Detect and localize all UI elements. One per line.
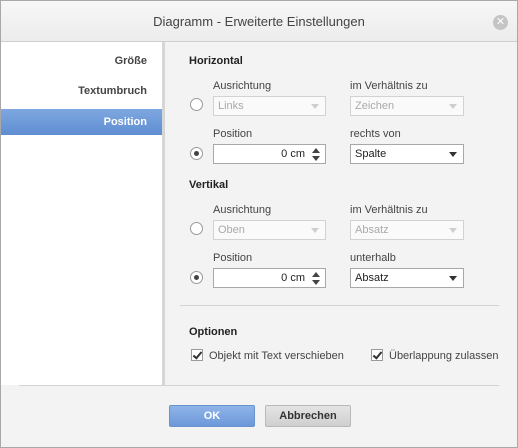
dialog-title: Diagramm - Erweiterte Einstellungen bbox=[153, 14, 365, 29]
horizontal-right-of-value: Spalte bbox=[355, 148, 387, 160]
advanced-settings-dialog: Diagramm - Erweiterte Einstellungen ✕ Gr… bbox=[0, 0, 518, 448]
sidebar-item-text-wrap[interactable]: Textumbruch bbox=[1, 78, 162, 104]
horizontal-position-stepper[interactable]: 0 cm bbox=[213, 144, 326, 164]
dialog-titlebar[interactable]: Diagramm - Erweiterte Einstellungen ✕ bbox=[1, 1, 517, 42]
vertical-relative-label: im Verhältnis zu bbox=[350, 204, 428, 216]
horizontal-position-radio[interactable] bbox=[190, 147, 203, 160]
spin-up-icon[interactable] bbox=[312, 272, 320, 277]
options-section-title: Optionen bbox=[189, 326, 238, 338]
vertical-position-stepper[interactable]: 0 cm bbox=[213, 268, 326, 288]
horizontal-position-value: 0 cm bbox=[281, 148, 305, 160]
allow-overlap-label: Überlappung zulassen bbox=[389, 350, 499, 362]
horizontal-position-label: Position bbox=[213, 128, 253, 140]
vertical-alignment-select[interactable]: Oben bbox=[213, 220, 326, 240]
vertical-position-value: 0 cm bbox=[281, 272, 305, 284]
cancel-button[interactable]: Abbrechen bbox=[265, 405, 351, 427]
horizontal-relative-value: Zeichen bbox=[355, 100, 395, 112]
section-divider bbox=[180, 305, 499, 306]
vertical-below-value: Absatz bbox=[355, 272, 389, 284]
sidebar-item-size[interactable]: Größe bbox=[1, 48, 162, 74]
chevron-down-icon bbox=[311, 228, 319, 233]
chevron-down-icon bbox=[449, 152, 457, 157]
horizontal-right-of-label: rechts von bbox=[350, 128, 401, 140]
vertical-alignment-label: Ausrichtung bbox=[213, 204, 272, 216]
horizontal-alignment-radio[interactable] bbox=[190, 98, 203, 111]
spin-down-icon[interactable] bbox=[312, 280, 320, 285]
sidebar-item-position[interactable]: Position bbox=[1, 109, 162, 135]
horizontal-right-of-select[interactable]: Spalte bbox=[350, 144, 464, 164]
allow-overlap-checkbox[interactable] bbox=[371, 349, 383, 361]
chevron-down-icon bbox=[311, 104, 319, 109]
close-icon[interactable]: ✕ bbox=[493, 15, 508, 30]
footer-divider bbox=[19, 385, 499, 386]
horizontal-alignment-value: Links bbox=[218, 100, 244, 112]
horizontal-relative-label: im Verhältnis zu bbox=[350, 80, 428, 92]
vertical-alignment-value: Oben bbox=[218, 224, 245, 236]
horizontal-alignment-label: Ausrichtung bbox=[213, 80, 272, 92]
spin-down-icon[interactable] bbox=[312, 156, 320, 161]
horizontal-relative-select[interactable]: Zeichen bbox=[350, 96, 464, 116]
vertical-alignment-radio[interactable] bbox=[190, 222, 203, 235]
ok-button[interactable]: OK bbox=[169, 405, 255, 427]
horizontal-alignment-select[interactable]: Links bbox=[213, 96, 326, 116]
vertical-position-label: Position bbox=[213, 252, 253, 264]
move-with-text-checkbox[interactable] bbox=[191, 349, 203, 361]
vertical-below-label: unterhalb bbox=[350, 252, 396, 264]
spin-up-icon[interactable] bbox=[312, 148, 320, 153]
move-with-text-label: Objekt mit Text verschieben bbox=[209, 350, 344, 362]
horizontal-section-title: Horizontal bbox=[189, 55, 243, 67]
chevron-down-icon bbox=[449, 104, 457, 109]
chevron-down-icon bbox=[449, 228, 457, 233]
vertical-relative-select[interactable]: Absatz bbox=[350, 220, 464, 240]
vertical-relative-value: Absatz bbox=[355, 224, 389, 236]
vertical-position-radio[interactable] bbox=[190, 271, 203, 284]
vertical-below-select[interactable]: Absatz bbox=[350, 268, 464, 288]
settings-sidebar: Größe Textumbruch Position bbox=[1, 42, 165, 385]
vertical-section-title: Vertikal bbox=[189, 179, 229, 191]
chevron-down-icon bbox=[449, 276, 457, 281]
